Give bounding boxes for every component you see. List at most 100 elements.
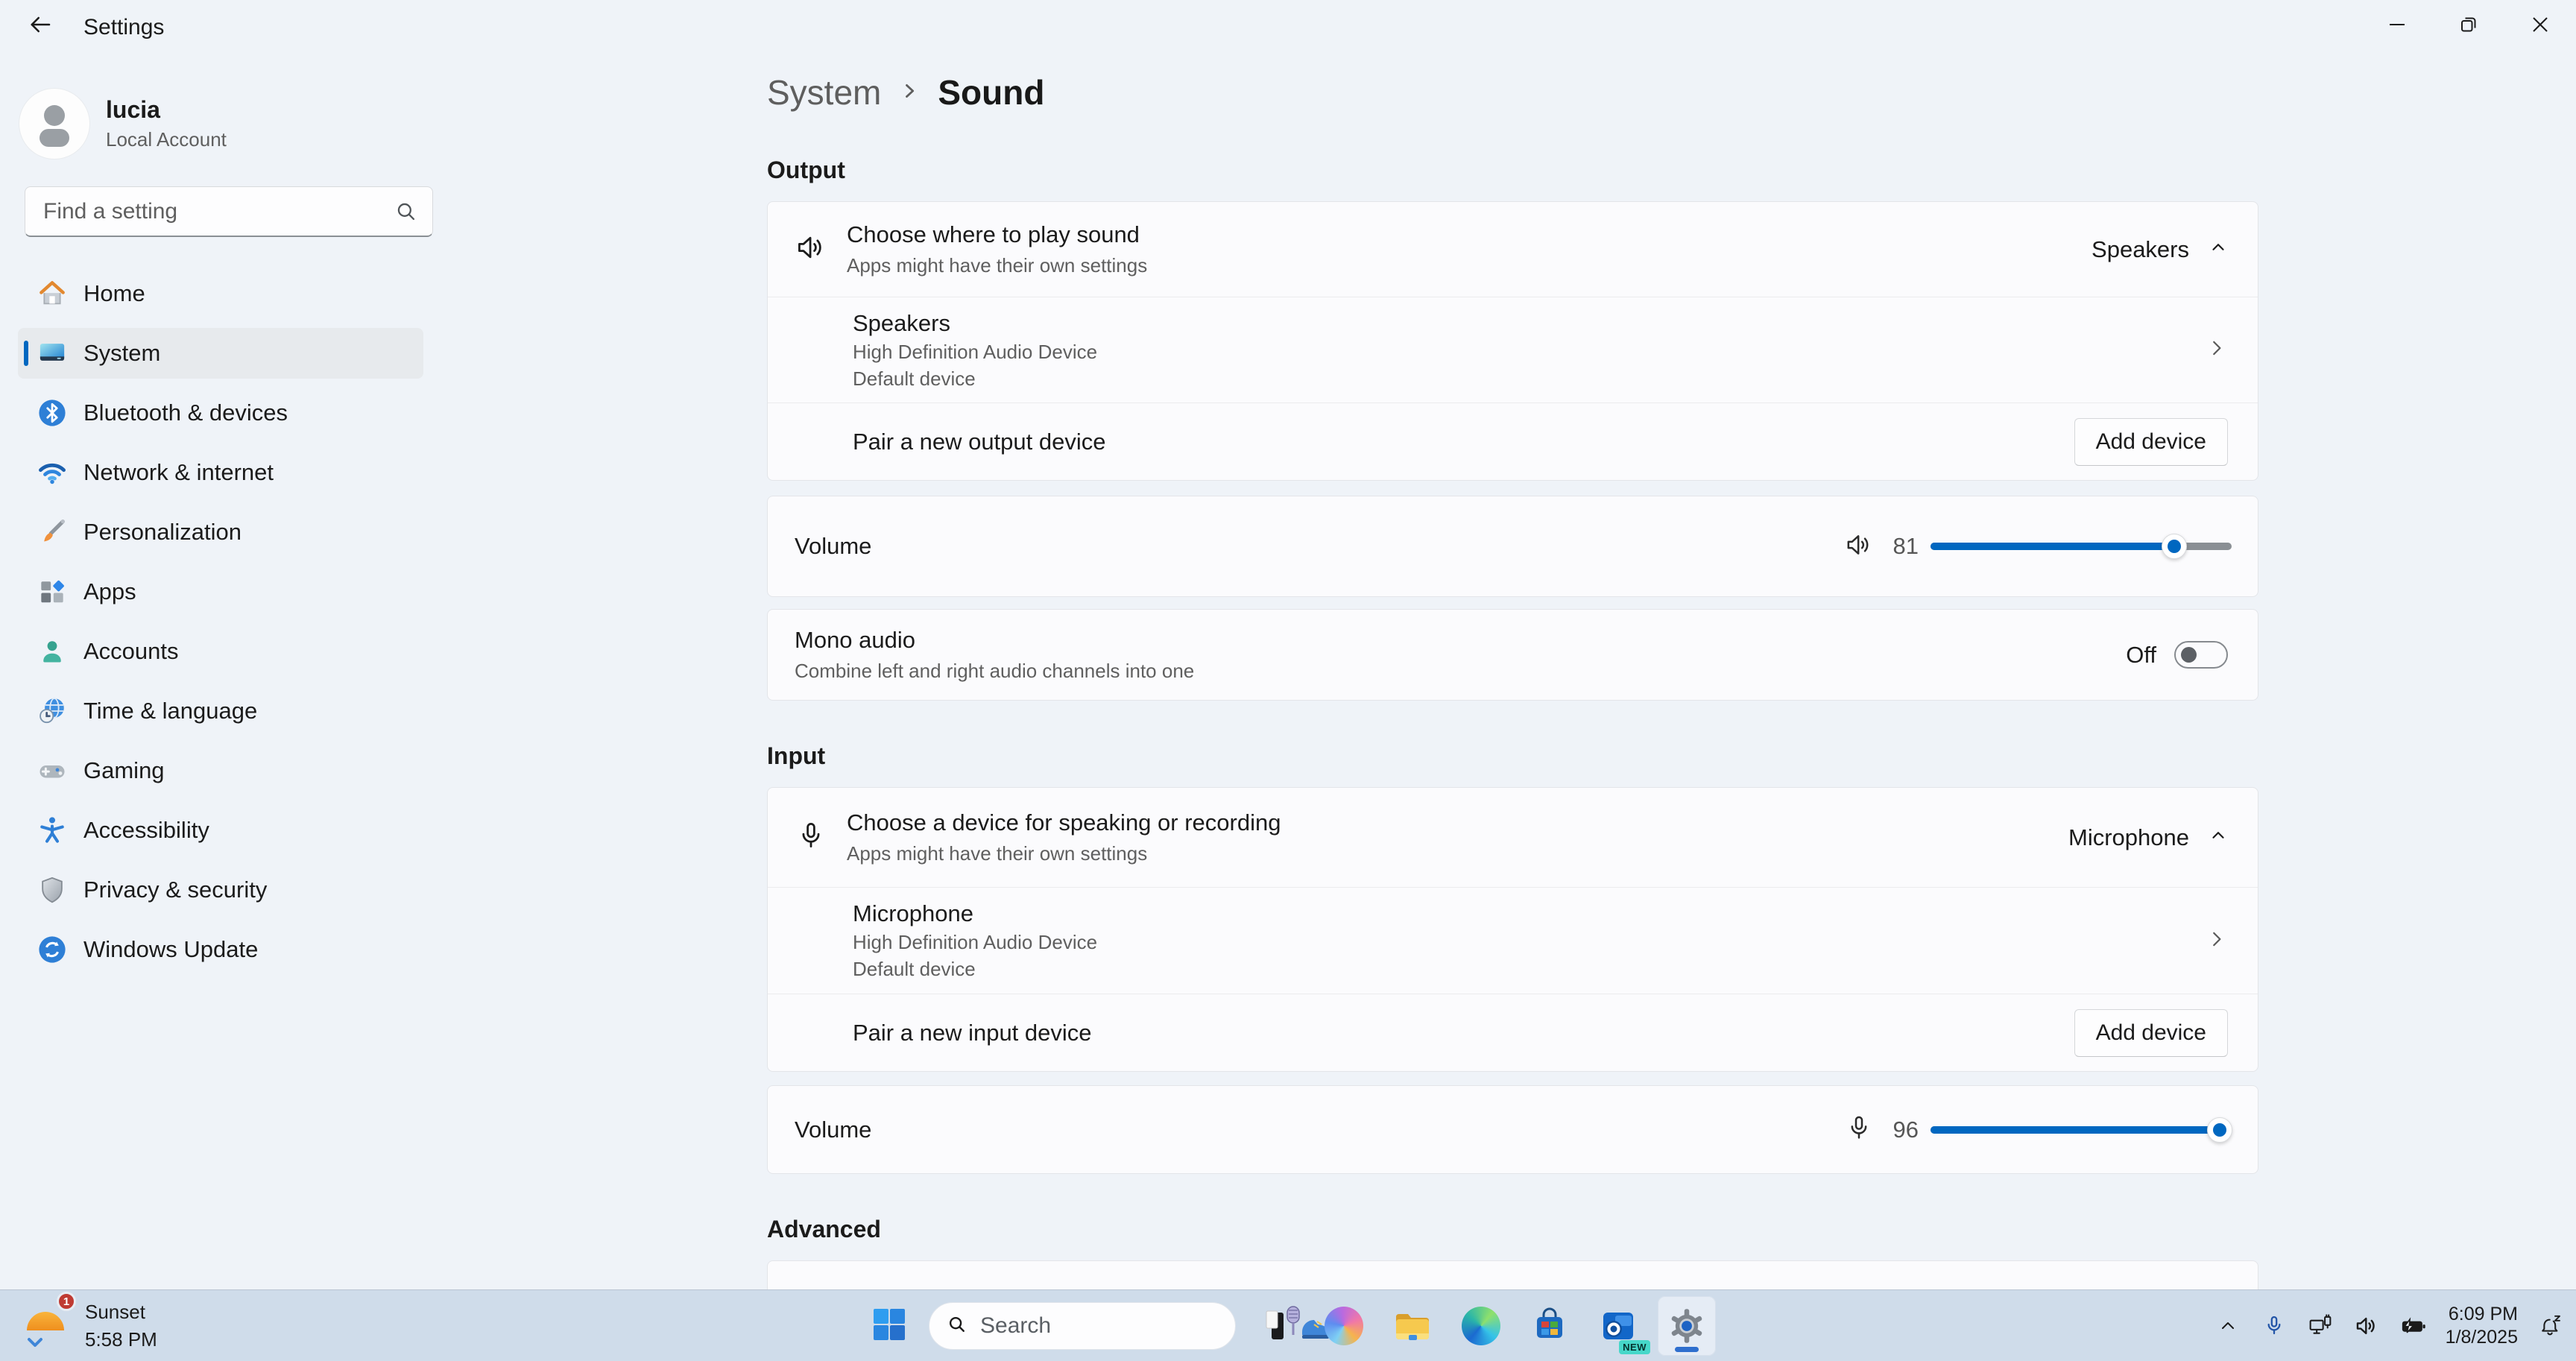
sidebar-item-personalization[interactable]: Personalization [18, 507, 423, 558]
choose-output-row[interactable]: Choose where to play sound Apps might ha… [768, 202, 2258, 297]
taskbar-search-input[interactable] [980, 1313, 1268, 1339]
sidebar-item-time-language[interactable]: Time & language [18, 686, 423, 736]
pair-output-row: Pair a new output device Add device [768, 402, 2258, 480]
edge-icon[interactable] [1452, 1296, 1510, 1356]
choose-output-subtitle: Apps might have their own settings [847, 254, 1147, 277]
apps-icon [36, 575, 69, 608]
weather-widget[interactable]: 1 Sunset 5:58 PM [21, 1295, 157, 1357]
sidebar-item-windows-update[interactable]: Windows Update [18, 924, 423, 975]
breadcrumb-system[interactable]: System [767, 72, 881, 113]
speakers-device-row[interactable]: Speakers High Definition Audio Device De… [768, 297, 2258, 402]
notification-badge: 1 [57, 1292, 76, 1311]
sidebar-item-gaming[interactable]: Gaming [18, 745, 423, 796]
system-icon [36, 337, 69, 370]
pair-output-label: Pair a new output device [853, 429, 1106, 455]
sidebar-item-privacy-security[interactable]: Privacy & security [18, 865, 423, 915]
sidebar-item-network-internet[interactable]: Network & internet [18, 447, 423, 498]
tray-battery-charging-icon[interactable] [2399, 1313, 2426, 1339]
output-volume-label: Volume [795, 533, 871, 560]
minimize-button[interactable] [2361, 0, 2433, 49]
output-device-dropdown[interactable]: Speakers [2092, 236, 2228, 263]
device-description: High Definition Audio Device [853, 341, 1097, 364]
input-volume-value: 96 [1886, 1117, 1919, 1143]
sidebar-item-apps[interactable]: Apps [18, 566, 423, 617]
black-white-squares-app-icon[interactable] [1246, 1296, 1304, 1356]
add-output-device-button[interactable]: Add device [2074, 418, 2228, 466]
find-a-setting-input[interactable] [25, 187, 432, 236]
sidebar-item-accounts[interactable]: Accounts [18, 626, 423, 677]
chevron-right-icon [2206, 928, 2228, 954]
user-account-type: Local Account [106, 128, 227, 151]
close-button[interactable] [2504, 0, 2576, 49]
sidebar-item-bluetooth-devices[interactable]: Bluetooth & devices [18, 388, 423, 438]
sidebar-item-label: Accounts [83, 638, 179, 665]
copilot-icon[interactable] [1315, 1296, 1373, 1356]
slider-thumb[interactable] [2207, 1117, 2232, 1143]
tray-chevron-up-icon[interactable] [2214, 1313, 2241, 1339]
mono-audio-toggle[interactable] [2174, 641, 2228, 669]
pair-input-label: Pair a new input device [853, 1020, 1092, 1046]
speaker-icon[interactable] [1844, 530, 1874, 563]
globe-clock-icon [36, 695, 69, 727]
find-a-setting-box [25, 186, 433, 237]
search-icon [394, 199, 419, 228]
user-name: lucia [106, 96, 227, 124]
restore-button[interactable] [2433, 0, 2504, 49]
choose-input-title: Choose a device for speaking or recordin… [847, 809, 1281, 836]
breadcrumb-separator-icon [899, 80, 920, 105]
sidebar-item-accessibility[interactable]: Accessibility [18, 805, 423, 856]
notification-bell-dnd-icon[interactable] [2537, 1313, 2564, 1339]
output-section-header: Output [767, 157, 2258, 186]
back-button[interactable] [19, 10, 61, 42]
outlook-new-icon[interactable]: NEW [1589, 1296, 1647, 1356]
chevron-down-icon [27, 1337, 43, 1351]
tray-microphone-in-use-icon[interactable] [2261, 1313, 2288, 1339]
restore-icon [2457, 13, 2480, 36]
breadcrumb: System Sound [767, 69, 2258, 116]
gamepad-icon [36, 754, 69, 787]
shield-icon [36, 874, 69, 906]
user-account[interactable]: lucia Local Account [19, 79, 423, 168]
microphone-device-row[interactable]: Microphone High Definition Audio Device … [768, 887, 2258, 994]
output-device-value: Speakers [2092, 236, 2189, 263]
weather-condition: Sunset [85, 1301, 157, 1324]
accounts-icon [36, 635, 69, 668]
settings-icon-active[interactable] [1658, 1296, 1716, 1356]
output-volume-card: Volume 81 [767, 496, 2258, 597]
weather-time: 5:58 PM [85, 1328, 157, 1351]
clock[interactable]: 6:09 PM 1/8/2025 [2446, 1303, 2518, 1349]
paintbrush-icon [36, 516, 69, 549]
microphone-icon[interactable] [1844, 1113, 1874, 1146]
sidebar-item-label: Home [83, 280, 145, 307]
home-icon [36, 277, 69, 310]
system-tray: 6:09 PM 1/8/2025 [2214, 1290, 2564, 1361]
device-name: Speakers [853, 310, 1097, 337]
page-title: Sound [938, 72, 1044, 113]
slider-thumb[interactable] [2162, 534, 2187, 559]
file-explorer-icon[interactable] [1383, 1296, 1442, 1356]
main-content: System Sound Output Choose where to play… [767, 52, 2258, 1305]
input-device-dropdown[interactable]: Microphone [2068, 824, 2228, 851]
wifi-icon [36, 456, 69, 489]
choose-output-title: Choose where to play sound [847, 221, 1147, 248]
sidebar-item-label: Privacy & security [83, 877, 267, 903]
sidebar-item-system[interactable]: System [18, 328, 423, 379]
output-volume-slider[interactable] [1931, 534, 2232, 559]
microsoft-store-icon[interactable] [1521, 1296, 1579, 1356]
mono-audio-subtitle: Combine left and right audio channels in… [795, 660, 1194, 683]
tray-network-icon[interactable] [2307, 1313, 2334, 1339]
input-volume-slider[interactable] [1931, 1117, 2232, 1143]
add-input-device-button[interactable]: Add device [2074, 1009, 2228, 1057]
start-button[interactable] [860, 1296, 918, 1356]
tray-speaker-icon[interactable] [2353, 1313, 2380, 1339]
sidebar-item-home[interactable]: Home [18, 268, 423, 319]
taskbar-center: NEW [860, 1296, 1716, 1356]
chevron-up-icon [2209, 238, 2228, 261]
titlebar: Settings [0, 0, 2576, 52]
choose-input-row[interactable]: Choose a device for speaking or recordin… [768, 788, 2258, 887]
accessibility-icon [36, 814, 69, 847]
sidebar-nav: Home System Bluetooth & devices Network … [18, 268, 423, 975]
input-volume-card: Volume 96 [767, 1085, 2258, 1174]
choose-input-subtitle: Apps might have their own settings [847, 842, 1281, 865]
taskbar-search-box[interactable] [929, 1302, 1236, 1350]
